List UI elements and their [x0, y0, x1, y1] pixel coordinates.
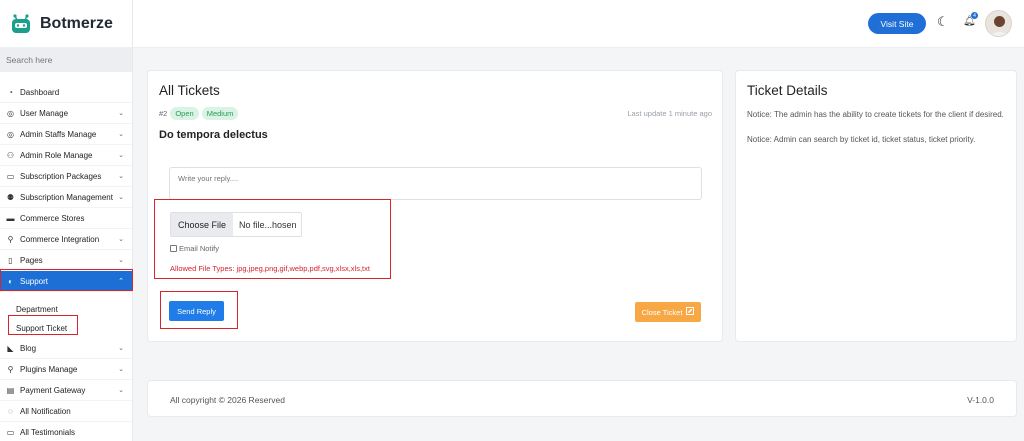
card-icon: ▬ [6, 213, 15, 223]
details-notice-create: Notice: The admin has the ability to cre… [747, 110, 1004, 119]
sidebar-item-plugins-manage[interactable]: ⚲ Plugins Manage ⌄ [0, 359, 132, 380]
chevron-down-icon: ⌄ [118, 345, 124, 352]
ticket-meta: #2 Open Medium [159, 107, 239, 120]
sidebar-item-subscription-management[interactable]: ⚉ Subscription Management ⌄ [0, 187, 132, 208]
chevron-down-icon: ⌄ [118, 194, 124, 201]
megaphone-icon: ◣ [7, 343, 14, 353]
sidebar-item-label: Dashboard [20, 87, 60, 97]
sidebar-menu: ◔ Dashboard ◎ User Manage ⌄ ◎ Admin Staffs Man… [0, 82, 132, 441]
brand-name: Botmerze [40, 14, 113, 32]
sidebar-item-admin-staffs-manage[interactable]: ◎ Admin Staffs Manage ⌄ [0, 124, 132, 145]
chevron-down-icon: ⌄ [118, 131, 124, 138]
sidebar-search [0, 48, 132, 72]
highlight-box-attachment [154, 199, 391, 279]
status-badge: Open [170, 107, 199, 120]
details-notice-search: Notice: Admin can search by ticket id, t… [747, 135, 976, 144]
sidebar-item-label: Admin Role Manage [20, 150, 93, 160]
sidebar-item-label: Payment Gateway [20, 385, 86, 395]
chevron-down-icon: ⌄ [118, 152, 124, 159]
version-text: V-1.0.0 [967, 395, 994, 405]
details-title: Ticket Details [747, 83, 828, 98]
user-group-icon: ⚉ [6, 192, 15, 202]
sidebar: Botmerze ◔ Dashboard ◎ User Manage ⌄ ◎ Admin S… [0, 0, 133, 441]
ticket-number: #2 [159, 109, 168, 118]
users-icon: ⚇ [6, 150, 15, 160]
footer: All copyright © 2026 Reserved V-1.0.0 [147, 380, 1017, 417]
sidebar-item-label: All Notification [20, 406, 71, 416]
user-shield-icon: ◎ [7, 129, 14, 139]
sidebar-item-label: Commerce Stores [20, 213, 85, 223]
highlight-box-support [0, 269, 133, 291]
gauge-icon: ◔ [8, 87, 13, 97]
sidebar-item-admin-role-manage[interactable]: ⚇ Admin Role Manage ⌄ [0, 145, 132, 166]
chevron-down-icon: ⌄ [118, 236, 124, 243]
chat-icon: ▭ [6, 427, 15, 437]
moon-icon[interactable]: ☾ [937, 14, 949, 30]
chevron-down-icon: ⌄ [118, 110, 124, 117]
notification-badge: 4 [971, 12, 978, 19]
sidebar-item-label: Pages [20, 255, 43, 265]
sidebar-item-commerce-integration[interactable]: ⚲ Commerce Integration ⌄ [0, 229, 132, 250]
sidebar-item-blog[interactable]: ◣ Blog ⌄ [0, 338, 132, 359]
close-ticket-label: Close Ticket [641, 307, 683, 317]
plug-icon: ⚲ [7, 364, 14, 374]
chevron-down-icon: ⌄ [118, 173, 124, 180]
page-title: All Tickets [159, 83, 220, 98]
reply-textarea[interactable] [169, 167, 702, 200]
avatar[interactable] [985, 10, 1012, 37]
sidebar-item-label: User Manage [20, 108, 69, 118]
close-ticket-button[interactable]: Close Ticket [635, 302, 701, 322]
sidebar-item-label: Subscription Management [20, 192, 113, 202]
user-icon: ◎ [7, 108, 14, 118]
plug-icon: ⚲ [7, 234, 14, 244]
search-input[interactable] [6, 55, 132, 65]
topbar: Visit Site ☾ 🔔︎ 4 [133, 0, 1024, 48]
sidebar-item-label: All Testimonials [20, 427, 75, 437]
bell-icon: ◌ [8, 406, 13, 416]
highlight-box-send-reply [160, 291, 238, 329]
last-update-text: Last update 1 minute ago [627, 109, 712, 118]
priority-badge: Medium [201, 107, 239, 120]
chevron-down-icon: ⌄ [118, 257, 124, 264]
sidebar-item-label: Blog [20, 343, 37, 353]
highlight-box-support-ticket [8, 315, 78, 335]
sidebar-item-all-notification[interactable]: ◌ All Notification [0, 401, 132, 422]
robot-logo-icon [10, 13, 32, 34]
brand[interactable]: Botmerze [0, 0, 132, 48]
sidebar-item-commerce-stores[interactable]: ▬ Commerce Stores [0, 208, 132, 229]
sidebar-item-label: Admin Staffs Manage [20, 129, 97, 139]
chevron-down-icon: ⌄ [118, 366, 124, 373]
visit-site-button[interactable]: Visit Site [868, 13, 926, 34]
sidebar-item-user-manage[interactable]: ◎ User Manage ⌄ [0, 103, 132, 124]
calendar-icon: ▭ [6, 171, 15, 181]
chevron-down-icon: ⌄ [118, 387, 124, 394]
sidebar-item-all-testimonials[interactable]: ▭ All Testimonials [0, 422, 132, 441]
ticket-details-card: Ticket Details Notice: The admin has the… [735, 70, 1017, 342]
sidebar-item-pages[interactable]: ▯ Pages ⌄ [0, 250, 132, 271]
wallet-icon: ▤ [6, 385, 15, 395]
ticket-subject: Do tempora delectus [159, 129, 268, 141]
file-icon: ▯ [8, 255, 13, 265]
sidebar-item-label: Subscription Packages [20, 171, 102, 181]
sidebar-item-payment-gateway[interactable]: ▤ Payment Gateway ⌄ [0, 380, 132, 401]
copyright-text: All copyright © 2026 Reserved [170, 395, 285, 405]
sidebar-item-label: Commerce Integration [20, 234, 100, 244]
edit-square-icon [686, 307, 695, 317]
sidebar-item-label: Plugins Manage [20, 364, 78, 374]
sidebar-item-subscription-packages[interactable]: ▭ Subscription Packages ⌄ [0, 166, 132, 187]
sidebar-item-dashboard[interactable]: ◔ Dashboard [0, 82, 132, 103]
